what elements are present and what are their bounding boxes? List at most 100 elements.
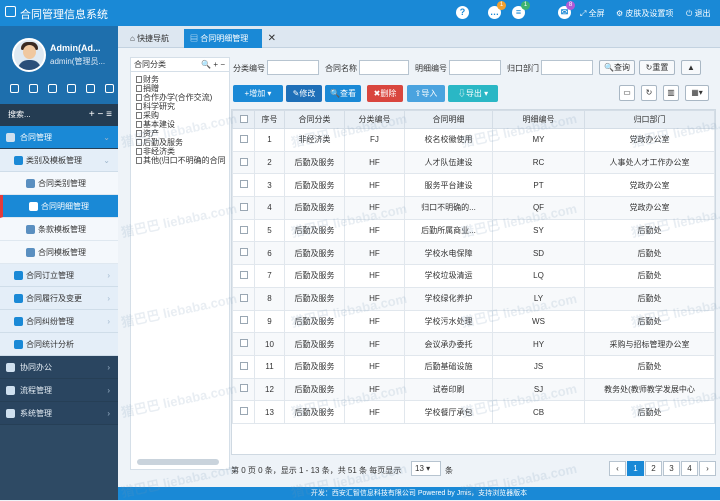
avatar[interactable] (12, 38, 46, 72)
user-icon[interactable] (48, 84, 57, 93)
menu-contract-mgmt[interactable]: 合同管理 ⌄ (0, 126, 118, 149)
select-all-checkbox[interactable] (232, 110, 255, 129)
menu-contract-dispute[interactable]: 合同纠纷管理 › (0, 310, 118, 333)
detail-code-input[interactable] (449, 60, 501, 75)
page-button[interactable]: 4 (681, 461, 698, 476)
tree-tools[interactable]: 🔍 + − (201, 58, 225, 72)
page-button[interactable]: 2 (645, 461, 662, 476)
table-row[interactable]: 7 后勤及服务 HF 学校垃圾清运 LQ 后勤处 (232, 264, 715, 288)
category-code-input[interactable] (267, 60, 319, 75)
prev-page-button[interactable]: ‹ (609, 461, 626, 476)
col-header[interactable]: 归口部门 (584, 110, 715, 129)
menu-collab-office[interactable]: 协同办公 › (0, 356, 118, 379)
add-button[interactable]: +增加 ▾ (233, 85, 283, 102)
col-header[interactable]: 合同分类 (284, 110, 345, 129)
tree-node[interactable]: 后勤及服务 (131, 138, 229, 147)
close-icon[interactable]: ✕ (268, 29, 276, 48)
row-checkbox[interactable] (232, 128, 255, 152)
export-button[interactable]: ⇩导出 ▾ (448, 85, 498, 102)
table-row[interactable]: 6 后勤及服务 HF 学校水电保障 SD 后勤处 (232, 241, 715, 266)
tree-node[interactable]: 基本建设 (131, 120, 229, 129)
toggle-icon[interactable]: ▭ (619, 85, 635, 101)
tree-node[interactable]: 合作办学(合作交流) (131, 93, 229, 102)
menu-process-mgmt[interactable]: 流程管理 › (0, 379, 118, 402)
row-checkbox[interactable] (232, 196, 255, 220)
row-checkbox[interactable] (232, 241, 255, 266)
table-row[interactable]: 1 非经济类 FJ 校名校徽使用 MY 党政办公室 (232, 128, 715, 152)
next-page-button[interactable]: › (699, 461, 716, 476)
row-checkbox[interactable] (232, 354, 255, 379)
menu-clause-template[interactable]: 条款模板管理 (0, 218, 118, 241)
row-checkbox[interactable] (232, 286, 255, 311)
home-icon[interactable] (10, 84, 19, 93)
bell-icon[interactable] (86, 84, 95, 93)
row-checkbox[interactable] (232, 377, 255, 402)
help-icon[interactable]: ? (456, 6, 469, 19)
page-button[interactable]: 1 (627, 461, 644, 476)
table-row[interactable]: 4 后勤及服务 HF 归口不明确的... QF 党政办公室 (232, 196, 715, 220)
table-row[interactable]: 12 后勤及服务 HF 试卷印刷 SJ 教务处(教师教学发展中心 (232, 377, 715, 402)
table-row[interactable]: 10 后勤及服务 HF 会议承办委托 HY 采购与招标管理办公室 (232, 332, 715, 356)
fullscreen-button[interactable]: ⤢ 全屏 (580, 8, 605, 19)
col-header[interactable]: 合同明细 (404, 110, 493, 129)
tree-node[interactable]: 财务 (131, 75, 229, 84)
grid-menu-icon[interactable]: ▦▾ (685, 85, 709, 101)
collapse-button[interactable]: ▲ (681, 60, 701, 75)
table-row[interactable]: 9 后勤及服务 HF 学校污水处理 WS 后勤处 (232, 309, 715, 334)
table-row[interactable]: 2 后勤及服务 HF 人才队伍建设 RC 人事处人才工作办公室 (232, 150, 715, 175)
tab-home[interactable]: ⌂ 快捷导航 (124, 29, 175, 48)
menu-contract-stats[interactable]: 合同统计分析 (0, 333, 118, 356)
tree-node-label: 资产 (143, 129, 159, 138)
row-checkbox[interactable] (232, 309, 255, 334)
tree-node[interactable]: 资产 (131, 129, 229, 138)
menu-label: 合同类别管理 (38, 179, 86, 188)
view-button[interactable]: 🔍查看 (325, 85, 361, 102)
tree-node[interactable]: 非经济类 (131, 147, 229, 156)
edit-button[interactable]: ✎修改 (286, 85, 322, 102)
delete-button[interactable]: ✖删除 (367, 85, 403, 102)
table-row[interactable]: 8 后勤及服务 HF 学校绿化养护 LY 后勤处 (232, 286, 715, 311)
tree-node[interactable]: 捐赠 (131, 84, 229, 93)
hat-icon[interactable] (67, 84, 76, 93)
page-button[interactable]: 3 (663, 461, 680, 476)
col-header[interactable]: 序号 (254, 110, 285, 129)
tree-node[interactable]: 科学研究 (131, 102, 229, 111)
menu-contract-exec[interactable]: 合同履行及变更 › (0, 287, 118, 310)
row-checkbox[interactable] (232, 400, 255, 424)
import-button[interactable]: ⇪导入 (407, 85, 445, 102)
menu-contract-detail[interactable]: 合同明细管理 (0, 195, 118, 218)
menu-search-buttons[interactable]: + − ≡ (89, 104, 112, 126)
menu-contract-order[interactable]: 合同订立管理 › (0, 264, 118, 287)
contract-name-input[interactable] (359, 60, 409, 75)
menu-category-template[interactable]: 类别及模板管理 ⌄ (0, 149, 118, 172)
menu-search[interactable]: 搜索... + − ≡ (0, 104, 118, 126)
tab-contract-detail[interactable]: ▤ 合同明细管理 ✕ (184, 29, 276, 48)
menu-system-mgmt[interactable]: 系统管理 › (0, 402, 118, 425)
table-row[interactable]: 5 后勤及服务 HF 后勤所属商业... SY 后勤处 (232, 218, 715, 243)
logout-button[interactable]: ⏻ 退出 (686, 8, 711, 19)
skin-settings-button[interactable]: ⚙ 皮肤及设置项 (616, 8, 673, 19)
table-row[interactable]: 13 后勤及服务 HF 学校餐厅承包 CB 后勤处 (232, 400, 715, 424)
page-size-select[interactable]: 13 ▾ (411, 461, 441, 476)
table-row[interactable]: 3 后勤及服务 HF 服务平台建设 PT 党政办公室 (232, 173, 715, 198)
col-header[interactable]: 分类编号 (344, 110, 405, 129)
row-checkbox[interactable] (232, 332, 255, 356)
row-checkbox[interactable] (232, 150, 255, 175)
lock-icon[interactable] (29, 84, 38, 93)
menu-contract-template[interactable]: 合同模板管理 (0, 241, 118, 264)
tree-node[interactable]: 采购 (131, 111, 229, 120)
table-row[interactable]: 11 后勤及服务 HF 后勤基础设施 JS 后勤处 (232, 354, 715, 379)
row-checkbox[interactable] (232, 264, 255, 288)
clipboard-icon[interactable] (105, 84, 114, 93)
refresh-icon[interactable]: ↻ (641, 85, 657, 101)
col-header[interactable]: 明细编号 (492, 110, 585, 129)
query-button[interactable]: 🔍查询 (599, 60, 635, 75)
row-checkbox[interactable] (232, 218, 255, 243)
row-checkbox[interactable] (232, 173, 255, 198)
columns-icon[interactable]: ▥ (663, 85, 679, 101)
dept-input[interactable] (541, 60, 593, 75)
menu-contract-category[interactable]: 合同类别管理 (0, 172, 118, 195)
tree-scrollbar[interactable] (137, 459, 219, 465)
tree-node[interactable]: 其他(归口不明确的合同 (131, 156, 229, 165)
reset-button[interactable]: ↻重置 (639, 60, 675, 75)
